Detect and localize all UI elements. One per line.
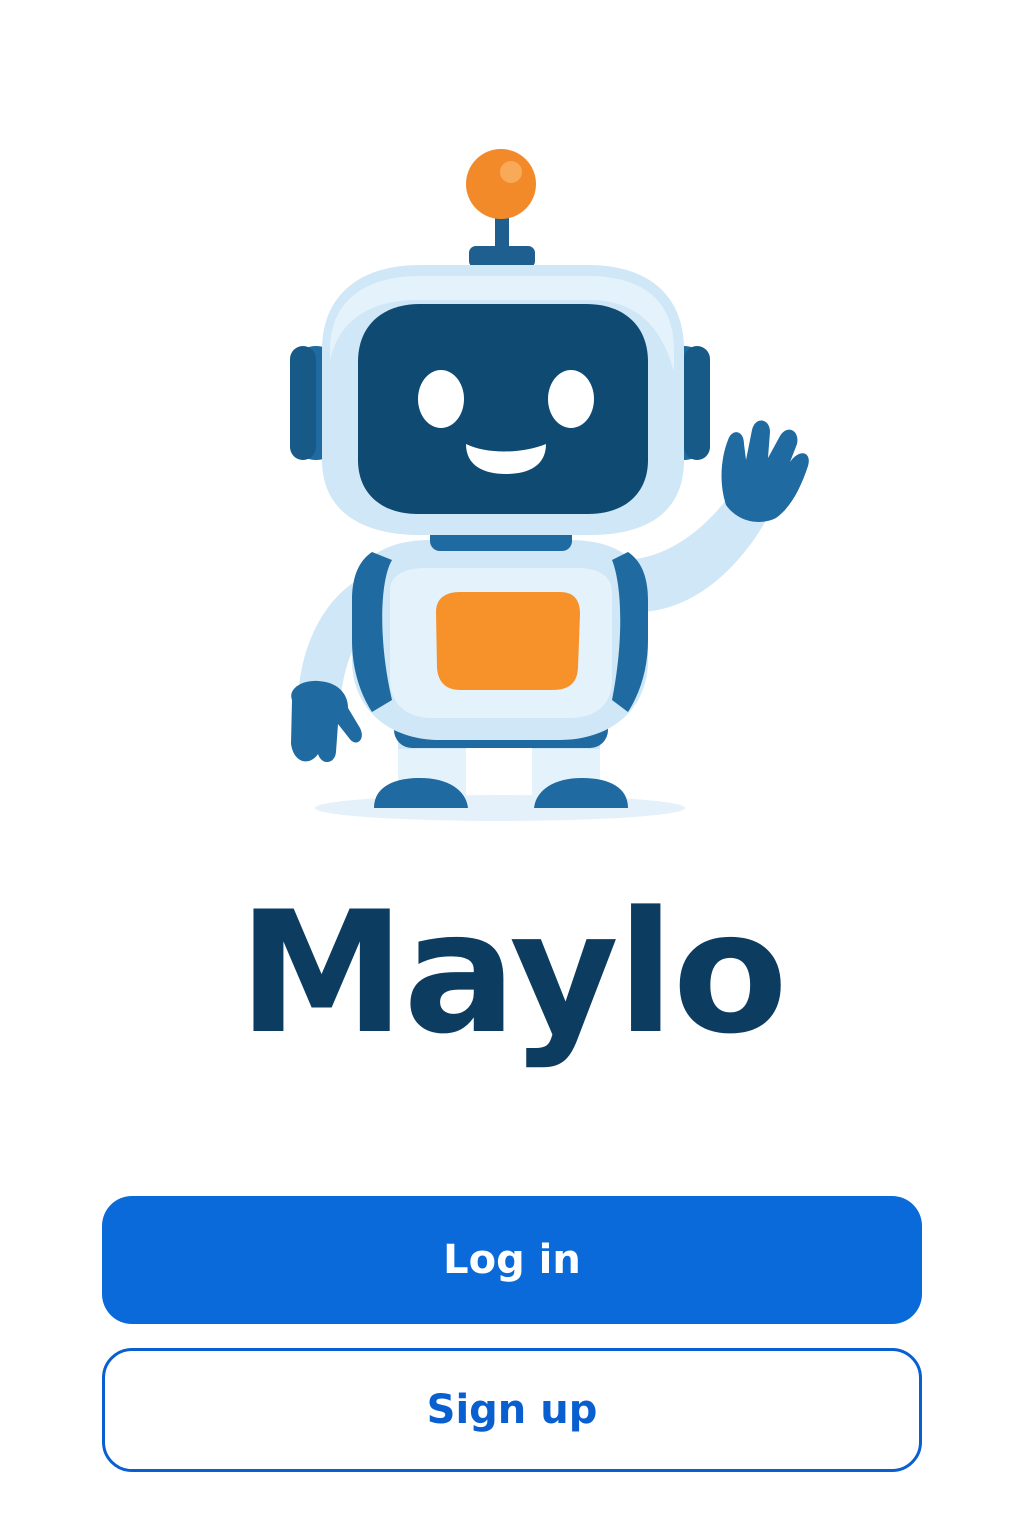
chest-panel xyxy=(436,592,580,690)
left-eye xyxy=(418,370,464,428)
robot-mascot-illustration xyxy=(290,149,809,821)
welcome-screen: Maylo Log in Sign up xyxy=(0,0,1024,1536)
login-button-label: Log in xyxy=(443,1237,581,1283)
signup-button-label: Sign up xyxy=(426,1387,598,1433)
signup-button[interactable]: Sign up xyxy=(102,1348,922,1472)
antenna-base xyxy=(469,246,535,268)
antenna-ball xyxy=(466,149,536,219)
left-hand xyxy=(291,680,362,763)
right-hand xyxy=(721,420,809,522)
face-screen xyxy=(358,304,648,514)
mascot-shadow xyxy=(315,795,685,821)
login-button[interactable]: Log in xyxy=(102,1196,922,1324)
app-title: Maylo xyxy=(238,875,788,1071)
right-eye xyxy=(548,370,594,428)
